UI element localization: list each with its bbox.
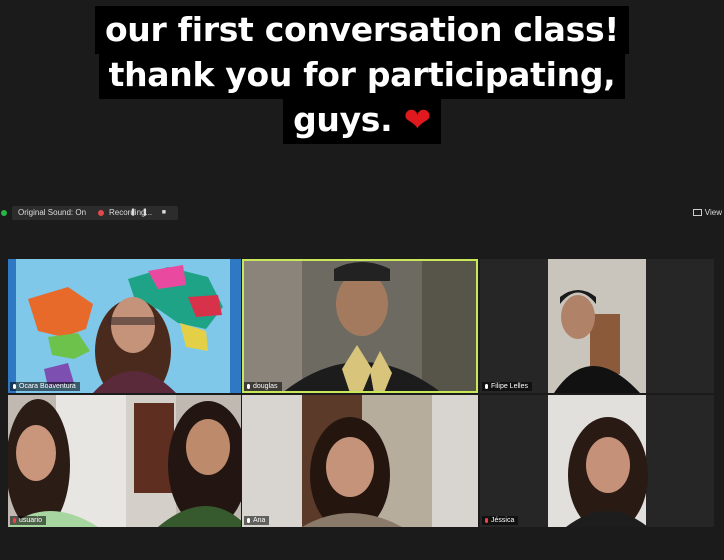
heart-icon: ❤ xyxy=(403,100,432,139)
mic-muted-icon xyxy=(13,517,16,523)
participant-name-tag: Ocara Boaventura xyxy=(10,382,80,391)
mic-icon xyxy=(13,383,16,389)
video-feed xyxy=(8,259,241,393)
video-tile-6[interactable]: Jéssica xyxy=(480,395,714,527)
video-tile-4[interactable]: usuario xyxy=(8,395,241,527)
recording-controls[interactable]: ❚❚ ■ xyxy=(130,206,172,220)
mic-icon xyxy=(247,383,250,389)
video-feed xyxy=(480,395,714,527)
view-label: View xyxy=(704,208,722,217)
mic-icon xyxy=(247,517,250,523)
view-button[interactable]: View xyxy=(692,206,722,220)
participant-name-tag: Jéssica xyxy=(482,516,519,525)
original-sound-button[interactable]: Original Sound: On ▾ xyxy=(12,206,105,220)
participant-name: Ocara Boaventura xyxy=(19,383,76,390)
video-tile-3[interactable]: Filipe Lelles xyxy=(480,259,714,393)
recording-indicator: Recording... ❚❚ ■ xyxy=(92,206,178,220)
mic-icon xyxy=(485,383,488,389)
participant-name-tag: Filipe Lelles xyxy=(482,382,532,391)
video-feed xyxy=(242,395,478,527)
video-tile-2-active-speaker[interactable]: douglas xyxy=(242,259,478,393)
caption-line-1: our first conversation class! xyxy=(94,6,630,54)
caption-line-3: guys. ❤ xyxy=(283,96,441,144)
meeting-toolbar: Original Sound: On ▾ Recording... ❚❚ ■ V… xyxy=(0,205,724,221)
grid-view-icon xyxy=(692,209,702,217)
video-tile-5[interactable]: Ana xyxy=(242,395,478,527)
participant-name: douglas xyxy=(253,383,278,390)
caption-line-3-text: guys. xyxy=(293,100,393,139)
mic-muted-icon xyxy=(485,517,488,523)
video-feed xyxy=(242,259,478,393)
caption-line-2: thank you for participating, xyxy=(98,51,626,99)
connection-status-icon xyxy=(1,210,7,216)
record-icon xyxy=(98,209,104,216)
participant-name-tag: douglas xyxy=(244,382,282,391)
video-tile-1[interactable]: Ocara Boaventura xyxy=(8,259,241,393)
participant-name-tag: usuario xyxy=(10,516,46,525)
participant-name: Jéssica xyxy=(491,517,515,524)
video-feed xyxy=(8,395,241,527)
caption-overlay: our first conversation class! thank you … xyxy=(0,6,724,144)
original-sound-label: Original Sound: On xyxy=(18,208,87,217)
participant-name: Filipe Lelles xyxy=(491,383,528,390)
video-feed xyxy=(480,259,714,393)
participant-name: usuario xyxy=(19,517,42,524)
participant-name-tag: Ana xyxy=(244,516,270,525)
participant-name: Ana xyxy=(253,517,266,524)
